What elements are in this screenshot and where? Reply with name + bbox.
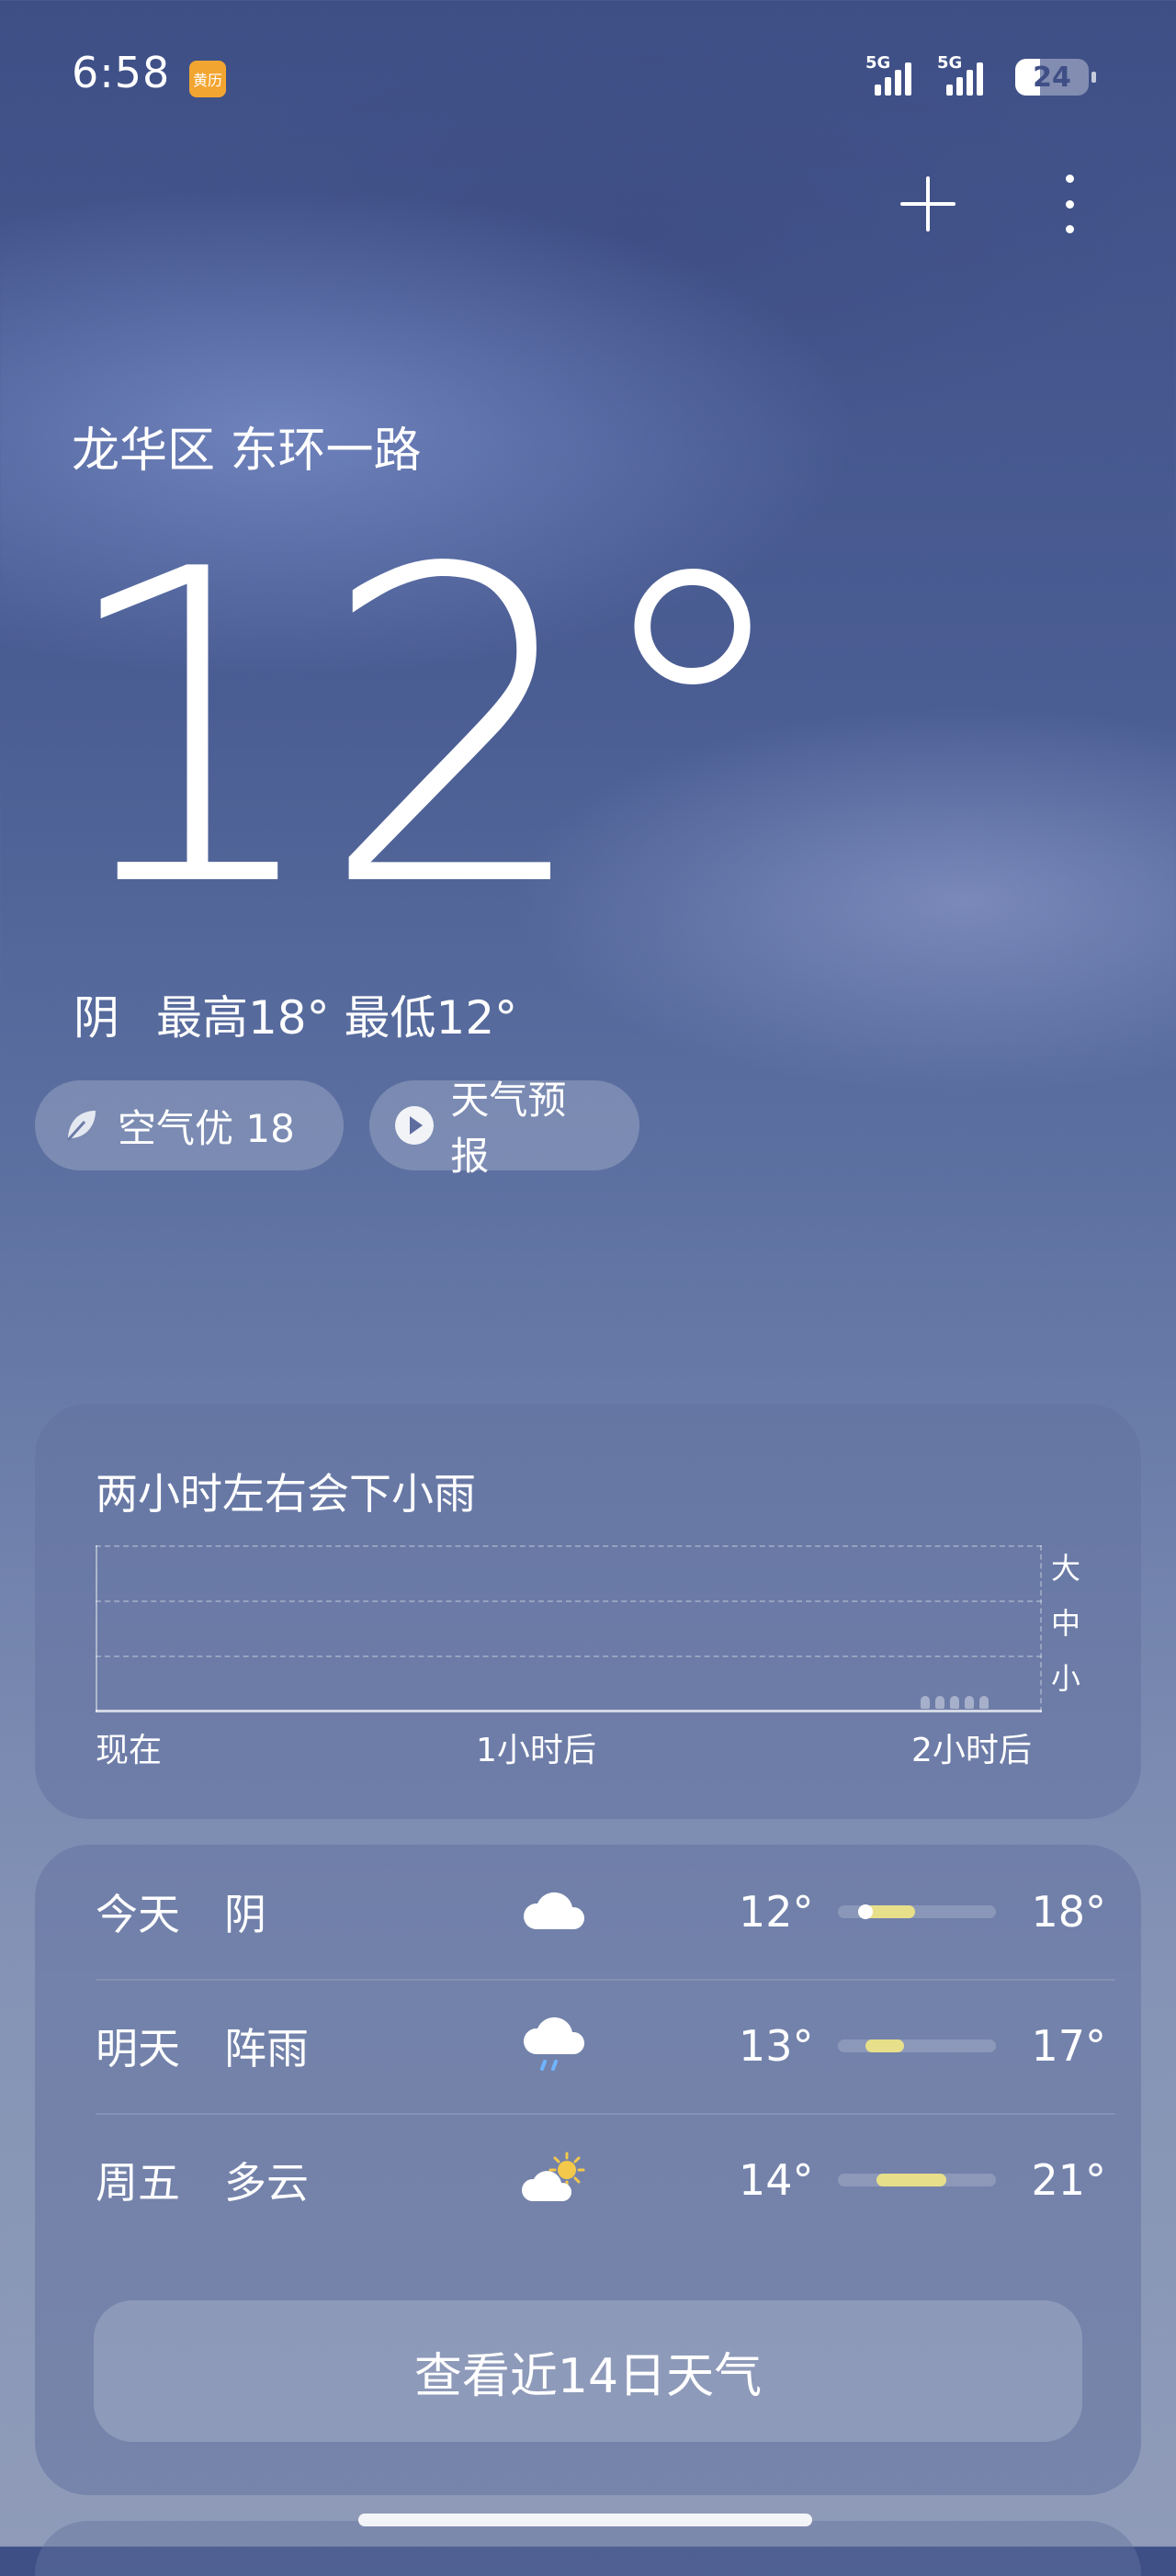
more-options-button[interactable] — [1057, 175, 1082, 233]
battery-icon: 24 — [1015, 59, 1089, 96]
signal-1-label: 5G — [865, 53, 891, 73]
view-14-day-forecast-button[interactable]: 查看近14日天气 — [94, 2300, 1082, 2442]
daily-row-tomorrow[interactable]: 明天 阵雨 13° 17° — [96, 1979, 1115, 2113]
location-name[interactable]: 龙华区 东环一路 — [72, 412, 422, 480]
weather-forecast-chip[interactable]: 天气预报 — [369, 1078, 639, 1179]
battery-level: 24 — [1033, 61, 1071, 94]
day-low: 13° — [739, 2021, 814, 2071]
time-label-1h: 1小时后 — [476, 1732, 596, 1769]
high-low-temps: 最高18° 最低12° — [156, 991, 518, 1045]
rain-cloud-icon — [521, 2016, 591, 2074]
calendar-badge-icon: 黄历 — [189, 61, 226, 97]
next-card-peek — [35, 2521, 1141, 2576]
day-name: 今天 — [96, 1890, 180, 1939]
level-heavy: 大 — [1051, 1551, 1081, 1586]
rain-dots — [921, 1696, 989, 1709]
battery-tip — [1091, 72, 1096, 83]
day-high: 17° — [1031, 2021, 1106, 2071]
aqi-label: 空气优 18 — [118, 1105, 295, 1151]
day-name: 周五 — [96, 2158, 180, 2208]
daily-forecast-card: 今天 阴 12° 18° 明天 阵雨 13° 17° 周五 多云 14° 21°… — [35, 1845, 1141, 2495]
day-condition: 多云 — [224, 2158, 309, 2208]
day-condition: 阴 — [224, 1890, 266, 1939]
signal-2-label: 5G — [937, 53, 963, 73]
signal-strength-1-icon: 5G — [865, 53, 911, 96]
add-city-button[interactable] — [900, 176, 956, 232]
time-label-now: 现在 — [96, 1732, 163, 1769]
day-low: 14° — [739, 2155, 814, 2205]
day-high: 21° — [1031, 2155, 1106, 2205]
precipitation-chart — [96, 1545, 1042, 1712]
home-indicator[interactable] — [358, 2514, 812, 2526]
level-light: 小 — [1051, 1661, 1081, 1696]
day-low: 12° — [739, 1887, 814, 1937]
day-condition: 阵雨 — [224, 2024, 309, 2073]
status-time: 6:58 — [72, 48, 171, 97]
weather-summary: 阴 最高18° 最低12° — [74, 981, 517, 1047]
temp-range-bar — [838, 2039, 996, 2052]
rain-forecast-card: 两小时左右会下小雨 大 中 小 现在 1小时后 2小时后 — [35, 1404, 1141, 1819]
level-medium: 中 — [1051, 1606, 1081, 1641]
partly-cloudy-icon — [521, 2150, 591, 2209]
current-condition: 阴 — [74, 991, 119, 1045]
rain-forecast-title: 两小时左右会下小雨 — [96, 1469, 476, 1519]
air-quality-chip[interactable]: 空气优 18 — [35, 1080, 344, 1170]
forecast-label: 天气预报 — [450, 1078, 567, 1179]
day-high: 18° — [1031, 1887, 1106, 1937]
daily-row-friday[interactable]: 周五 多云 14° 21° — [96, 2113, 1115, 2247]
daily-row-today[interactable]: 今天 阴 12° 18° — [96, 1845, 1115, 1979]
temp-range-bar — [838, 1904, 996, 1919]
current-temperature: 12° — [53, 479, 800, 981]
leaf-icon — [61, 1105, 101, 1146]
cloud-icon — [521, 1881, 591, 1940]
temp-range-bar — [838, 2174, 996, 2186]
play-icon — [395, 1105, 435, 1146]
time-label-2h: 2小时后 — [911, 1732, 1032, 1769]
signal-strength-2-icon: 5G — [937, 53, 983, 96]
day-name: 明天 — [96, 2024, 180, 2073]
